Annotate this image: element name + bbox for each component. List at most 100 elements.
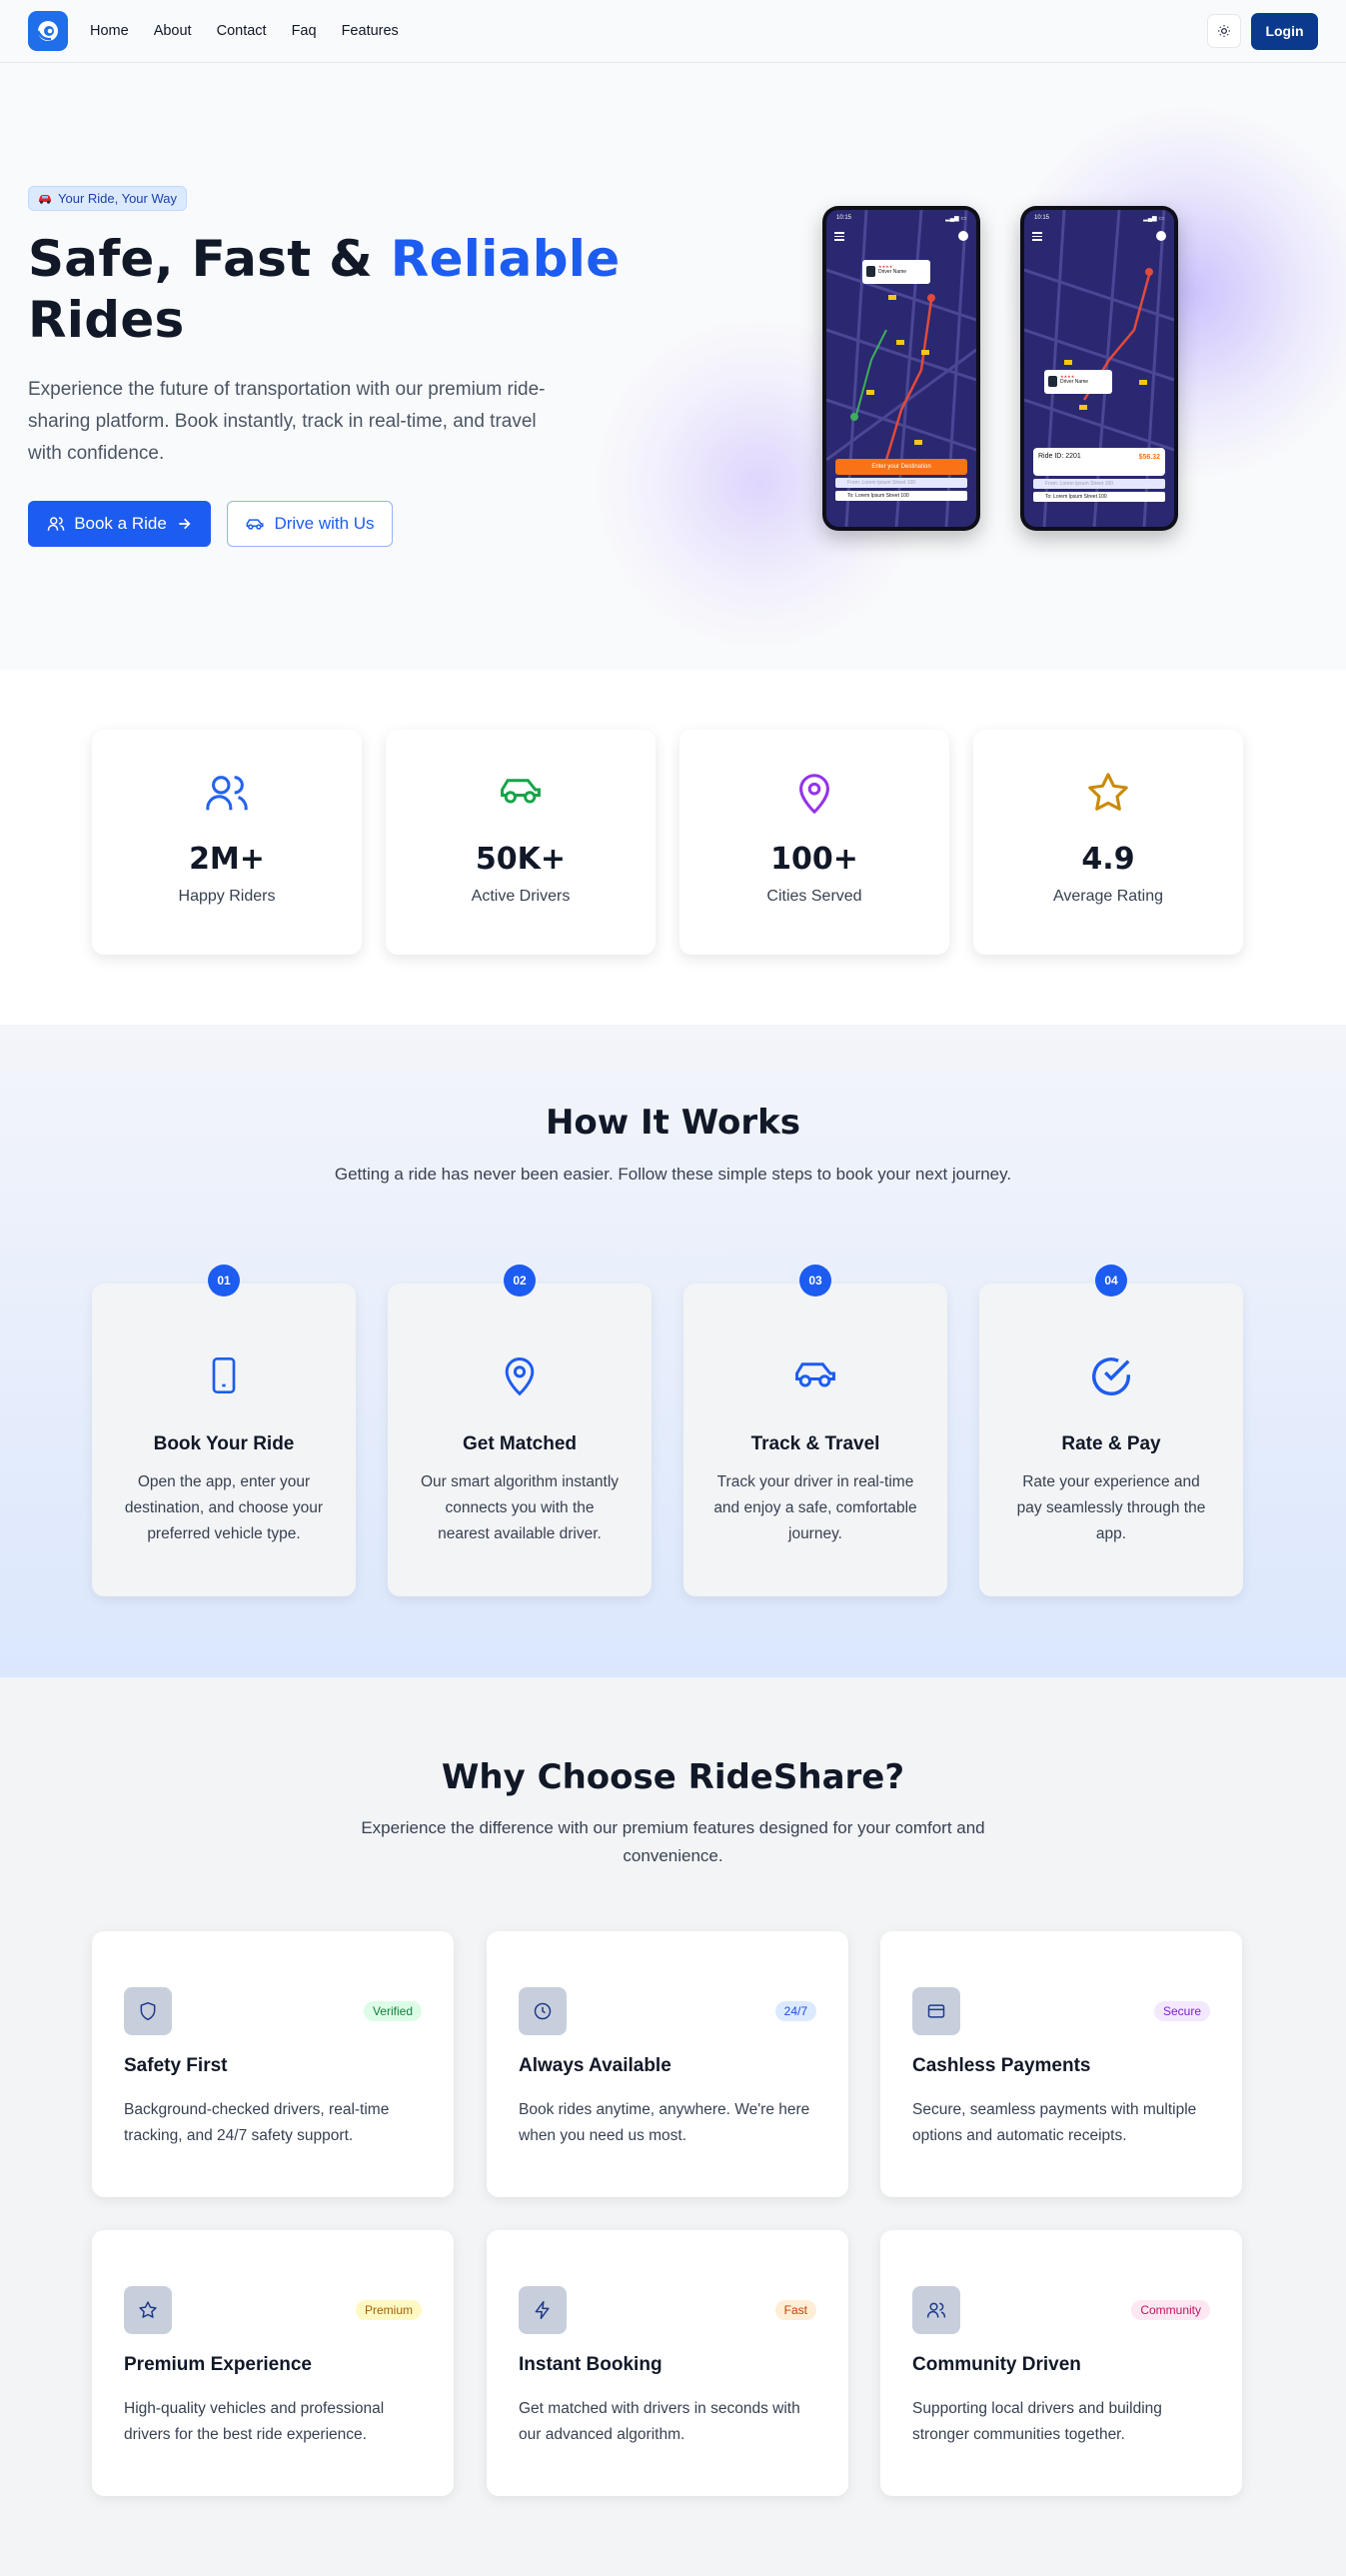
nav-link-contact[interactable]: Contact	[217, 23, 267, 39]
from-field[interactable]: From: Lorem Ipsum Street 100	[1033, 479, 1165, 489]
feature-description: Get matched with drivers in seconds with…	[519, 2400, 800, 2443]
phone-mockup-right: 10:15 ▂▄▆ ▭ ★★★★ Driver Name Ride ID: 220…	[1020, 206, 1178, 531]
feature-title: Premium Experience	[124, 2354, 312, 2375]
hero-section: Your Ride, Your Way Safe, Fast & Reliabl…	[0, 63, 1346, 670]
menu-icon	[834, 232, 844, 241]
stats-section: 2M+ Happy Riders 50K+ Active Drivers 100…	[0, 670, 1346, 1025]
stat-card-rating: 4.9 Average Rating	[973, 730, 1243, 955]
check-circle-icon	[1092, 1357, 1130, 1395]
ride-price: $56.32	[1138, 454, 1160, 461]
hero-title-part2: Rides	[28, 291, 185, 349]
nav-links: Home About Contact Faq Features	[90, 23, 424, 39]
driver-avatar	[866, 266, 875, 277]
star-icon	[139, 2301, 157, 2318]
hero-badge: Your Ride, Your Way	[28, 186, 187, 211]
nav-link-home[interactable]: Home	[90, 23, 129, 39]
menu-icon	[1032, 232, 1042, 241]
drive-with-us-button[interactable]: Drive with Us	[227, 501, 393, 547]
step-description: Rate your experience and pay seamlessly …	[1016, 1473, 1206, 1542]
stat-value: 100+	[770, 842, 858, 877]
section-subtitle: Getting a ride has never been easier. Fo…	[334, 1165, 1012, 1184]
feature-card-community: Community Community Driven Supporting lo…	[880, 2230, 1242, 2496]
driver-popup: ★★★★ Driver Name	[862, 260, 930, 284]
feature-title: Safety First	[124, 2055, 228, 2076]
feature-card-available: 24/7 Always Available Book rides anytime…	[487, 1931, 848, 2197]
theme-toggle-button[interactable]	[1207, 14, 1241, 48]
nav-link-about[interactable]: About	[154, 23, 192, 39]
feature-tag: Community	[1131, 2300, 1210, 2320]
stat-label: Active Drivers	[471, 888, 571, 905]
book-ride-button[interactable]: Book a Ride	[28, 501, 211, 547]
stat-card-drivers: 50K+ Active Drivers	[386, 730, 656, 955]
phone-icon	[212, 1357, 236, 1393]
feature-tag: 24/7	[774, 2001, 816, 2021]
car-icon	[501, 779, 541, 804]
map-pin-icon	[505, 1357, 535, 1396]
feature-card-safety: Verified Safety First Background-checked…	[92, 1931, 454, 2197]
step-number: 02	[504, 1265, 536, 1296]
from-field[interactable]: From: Lorem Ipsum Street 100	[835, 478, 967, 488]
shield-icon	[140, 2001, 156, 2021]
login-button[interactable]: Login	[1251, 12, 1318, 50]
nav-link-features[interactable]: Features	[342, 23, 399, 39]
to-field[interactable]: To: Lorem Ipsum Street 100	[1033, 492, 1165, 502]
feature-title: Cashless Payments	[912, 2055, 1091, 2076]
signal-icon: ▂▄▆ ▭	[1143, 216, 1164, 222]
sun-icon	[1218, 25, 1230, 37]
feature-card-premium: Premium Premium Experience High-quality …	[92, 2230, 454, 2496]
step-number: 03	[799, 1265, 831, 1296]
stat-label: Cities Served	[766, 888, 862, 905]
step-card-track: Track & Travel Track your driver in real…	[683, 1284, 947, 1596]
feature-description: Background-checked drivers, real-time tr…	[124, 2101, 390, 2144]
feature-description: Book rides anytime, anywhere. We're here…	[519, 2101, 810, 2144]
step-description: Open the app, enter your destination, an…	[124, 1473, 324, 1542]
signal-icon: ▂▄▆ ▭	[945, 216, 966, 222]
step-title: Get Matched	[462, 1433, 578, 1454]
map-pin-icon	[799, 774, 829, 815]
feature-tag: Secure	[1153, 2001, 1210, 2021]
feature-tag: Fast	[774, 2300, 816, 2320]
how-it-works-section: How It Works Getting a ride has never be…	[0, 1025, 1346, 1677]
clock-icon	[534, 2002, 552, 2020]
hero-title: Safe, Fast & Reliable Rides	[28, 229, 620, 351]
nav-link-faq[interactable]: Faq	[292, 23, 317, 39]
stat-card-riders: 2M+ Happy Riders	[92, 730, 362, 955]
hero-badge-label: Your Ride, Your Way	[58, 191, 177, 206]
section-title: Why Choose RideShare?	[441, 1757, 905, 1797]
hero-title-accent: Reliable	[390, 230, 621, 288]
settings-icon	[958, 231, 968, 241]
step-card-matched: Get Matched Our smart algorithm instantl…	[388, 1284, 652, 1596]
section-subtitle: Experience the difference with our premi…	[361, 1818, 985, 1865]
section-title: How It Works	[545, 1103, 801, 1143]
zap-icon	[535, 2300, 550, 2320]
phone-right-time: 10:15	[1034, 215, 1050, 221]
step-description: Track your driver in real-time and enjoy…	[713, 1473, 917, 1542]
stat-label: Happy Riders	[178, 888, 276, 905]
phone-left-time: 10:15	[836, 215, 852, 221]
car-emoji-icon	[39, 194, 51, 204]
feature-tag: Premium	[355, 2300, 422, 2320]
stat-value: 4.9	[1081, 842, 1135, 877]
feature-description: High-quality vehicles and professional d…	[124, 2400, 385, 2443]
feature-tag: Verified	[363, 2001, 422, 2021]
driver-name: Driver Name	[1060, 379, 1089, 385]
credit-card-icon	[927, 2004, 945, 2018]
car-icon	[795, 1362, 835, 1387]
step-description: Our smart algorithm instantly connects y…	[420, 1473, 620, 1542]
step-title: Rate & Pay	[1061, 1433, 1161, 1454]
driver-popup: ★★★★ Driver Name	[1044, 370, 1112, 394]
navbar: Home About Contact Faq Features Login	[0, 0, 1346, 63]
step-title: Track & Travel	[750, 1433, 880, 1454]
enter-destination-button[interactable]: Enter your Destination	[835, 459, 967, 475]
ride-info-card: Ride ID: 2201 $56.32	[1033, 448, 1165, 476]
features-section: Why Choose RideShare? Experience the dif…	[0, 1677, 1346, 2576]
users-icon	[47, 517, 65, 531]
app-logo[interactable]	[28, 11, 68, 51]
feature-description: Secure, seamless payments with multiple …	[912, 2101, 1197, 2144]
stat-card-cities: 100+ Cities Served	[679, 730, 949, 955]
to-field[interactable]: To: Lorem Ipsum Street 100	[835, 491, 967, 501]
stat-value: 2M+	[189, 842, 265, 877]
users-icon	[206, 776, 248, 811]
feature-title: Always Available	[519, 2055, 672, 2076]
ride-id: Ride ID: 2201	[1038, 453, 1081, 460]
